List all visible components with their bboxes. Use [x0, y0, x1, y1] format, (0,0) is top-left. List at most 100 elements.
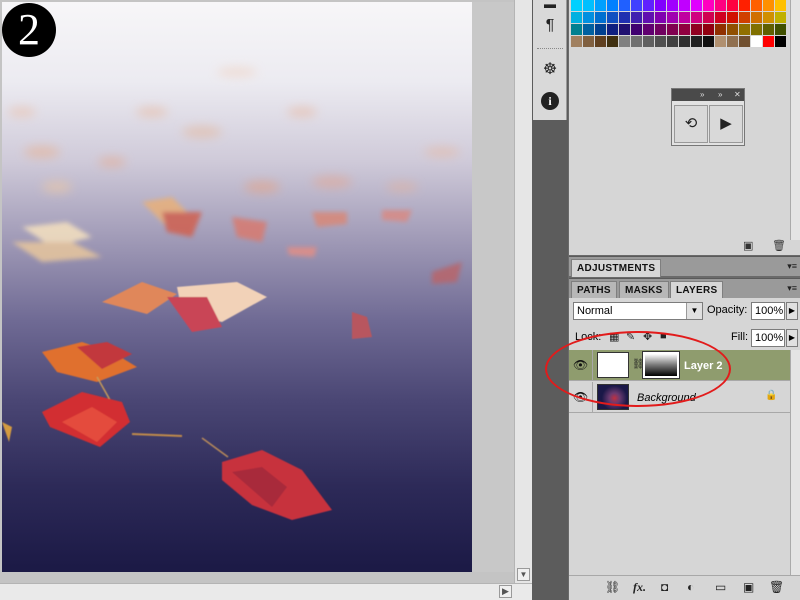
swatch[interactable] [583, 36, 594, 47]
swatch[interactable] [763, 24, 774, 35]
swatch[interactable] [691, 36, 702, 47]
swatch[interactable] [751, 36, 762, 47]
layers-scrollbar[interactable] [790, 350, 800, 590]
swatch[interactable] [703, 24, 714, 35]
swatch[interactable] [703, 36, 714, 47]
swatch[interactable] [583, 12, 594, 23]
swatch[interactable] [595, 24, 606, 35]
swatch[interactable] [775, 36, 786, 47]
swatch[interactable] [727, 36, 738, 47]
swatch[interactable] [583, 0, 594, 11]
swatch[interactable] [643, 12, 654, 23]
swatches-scrollbar[interactable] [790, 0, 800, 240]
swatch[interactable] [703, 0, 714, 11]
delete-swatch-icon[interactable]: 🗑 [772, 239, 786, 252]
swatch[interactable] [763, 36, 774, 47]
swatch[interactable] [595, 0, 606, 11]
horizontal-scrollbar[interactable]: ▶ [0, 583, 532, 600]
tab-layers[interactable]: LAYERS [670, 281, 724, 299]
swatch[interactable] [655, 0, 666, 11]
swatch[interactable] [667, 0, 678, 11]
swatch[interactable] [739, 0, 750, 11]
delete-layer-icon[interactable]: 🗑 [769, 580, 784, 594]
swatch[interactable] [667, 12, 678, 23]
history-panel-icon[interactable]: ⟲ [674, 105, 708, 143]
swatch[interactable] [619, 24, 630, 35]
panel-menu-icon[interactable]: ▾≡ [787, 261, 797, 272]
swatch[interactable] [655, 24, 666, 35]
expand-icon[interactable]: » [718, 89, 722, 101]
swatch[interactable] [571, 36, 582, 47]
swatch[interactable] [739, 36, 750, 47]
close-icon[interactable]: ✕ [734, 89, 741, 101]
swatch[interactable] [631, 36, 642, 47]
swatch[interactable] [715, 24, 726, 35]
document-canvas-area[interactable]: 2 ▼ ▶ [0, 0, 532, 600]
swatch[interactable] [667, 36, 678, 47]
mini-panel-titlebar[interactable]: » » ✕ [672, 89, 744, 101]
tab-adjustments[interactable]: ADJUSTMENTS [571, 259, 662, 277]
swatch[interactable] [655, 12, 666, 23]
swatch[interactable] [607, 12, 618, 23]
actions-panel-icon[interactable]: ▶ [709, 105, 743, 143]
swatch[interactable] [679, 36, 690, 47]
swatch[interactable] [619, 0, 630, 11]
swatch[interactable] [763, 12, 774, 23]
swatch[interactable] [667, 24, 678, 35]
swatch[interactable] [595, 36, 606, 47]
swatch[interactable] [571, 12, 582, 23]
swatch[interactable] [775, 12, 786, 23]
swatch[interactable] [775, 0, 786, 11]
swatch[interactable] [607, 0, 618, 11]
swatch[interactable] [679, 0, 690, 11]
swatch[interactable] [619, 12, 630, 23]
swatch[interactable] [727, 0, 738, 11]
opacity-field[interactable]: 100% [751, 302, 785, 320]
dock-top-button-icon[interactable]: ▬ [538, 0, 562, 10]
swatch[interactable] [571, 0, 582, 11]
collapse-icon[interactable]: » [700, 89, 704, 101]
new-layer-icon[interactable]: ▣ [743, 580, 754, 594]
swatch[interactable] [619, 36, 630, 47]
canvas-image[interactable] [2, 2, 472, 572]
swatch[interactable] [751, 0, 762, 11]
swatch[interactable] [607, 36, 618, 47]
swatch[interactable] [751, 24, 762, 35]
swatch[interactable] [583, 24, 594, 35]
swatch[interactable] [751, 12, 762, 23]
swatch[interactable] [763, 0, 774, 11]
swatch[interactable] [727, 24, 738, 35]
swatch[interactable] [643, 36, 654, 47]
swatch[interactable] [715, 0, 726, 11]
swatch[interactable] [679, 24, 690, 35]
swatch[interactable] [631, 12, 642, 23]
swatch[interactable] [691, 0, 702, 11]
swatch[interactable] [643, 0, 654, 11]
swatch[interactable] [739, 24, 750, 35]
panel-menu-icon[interactable]: ▾≡ [787, 283, 797, 294]
swatch[interactable] [595, 12, 606, 23]
swatch[interactable] [679, 12, 690, 23]
swatch[interactable] [775, 24, 786, 35]
swatch[interactable] [691, 24, 702, 35]
adjustment-layer-icon[interactable]: ◐ [687, 580, 694, 594]
navigator-panel-icon[interactable]: ☸ [538, 58, 562, 82]
fill-field[interactable]: 100% [751, 329, 785, 347]
info-panel-icon[interactable]: i [538, 89, 562, 113]
swatch[interactable] [571, 24, 582, 35]
scroll-down-arrow-icon[interactable]: ▼ [517, 568, 530, 581]
swatch[interactable] [703, 12, 714, 23]
fill-slider-toggle-icon[interactable]: ▶ [786, 329, 798, 347]
paragraph-panel-icon[interactable]: ¶ [538, 14, 562, 38]
tab-paths[interactable]: PATHS [571, 281, 617, 299]
new-swatch-icon[interactable]: ▣ [743, 239, 753, 252]
swatch[interactable] [631, 0, 642, 11]
scroll-right-arrow-icon[interactable]: ▶ [499, 585, 512, 598]
swatch[interactable] [607, 24, 618, 35]
swatch-grid[interactable] [571, 0, 786, 47]
new-group-icon[interactable]: ▭ [715, 580, 726, 594]
swatch[interactable] [715, 12, 726, 23]
vertical-scrollbar[interactable]: ▼ [514, 0, 532, 583]
swatch[interactable] [655, 36, 666, 47]
link-layers-icon[interactable]: ⛓ [605, 580, 620, 594]
